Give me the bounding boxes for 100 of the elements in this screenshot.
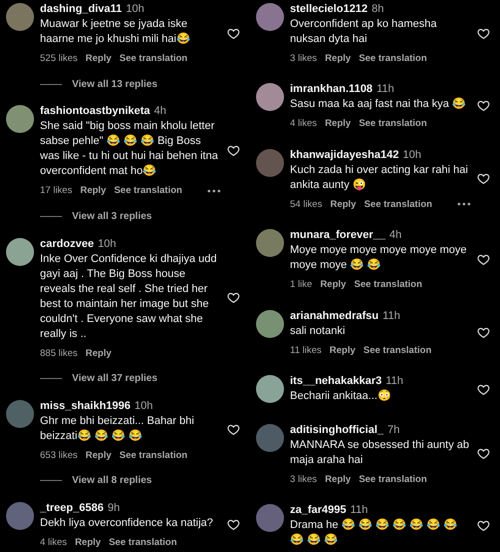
like-count: 525 likes: [40, 53, 78, 64]
reply-link[interactable]: Reply: [330, 344, 356, 356]
like-count: 4 likes: [40, 537, 67, 548]
username[interactable]: arianahmedrafsu: [290, 308, 379, 324]
heart-icon[interactable]: [227, 291, 240, 304]
comment-text: Ghr me bhi beizzati... Bahar bhi beizzati😂 😂 😂 😂: [40, 414, 196, 444]
avatar[interactable]: [6, 238, 34, 266]
username[interactable]: fashiontoastbyniketa: [40, 104, 150, 120]
comment-time: 4h: [389, 228, 402, 244]
like-count: 3 likes: [290, 474, 317, 485]
heart-icon[interactable]: [477, 172, 490, 186]
translation-link[interactable]: See translation: [358, 118, 427, 130]
username[interactable]: miss_shaikh1996: [40, 398, 131, 414]
avatar[interactable]: [6, 502, 34, 530]
avatar[interactable]: [256, 375, 284, 404]
username[interactable]: imrankhan.1108: [290, 82, 373, 98]
comment-text: Becharii ankitaa...😳: [290, 389, 392, 404]
comment-text: Kuch zada hi over acting kar rahi hai ankita aunty 😜: [290, 162, 469, 193]
more-options-icon[interactable]: [207, 188, 221, 193]
heart-icon[interactable]: [477, 382, 490, 396]
comment-text: Muawar k jeetne se jyada iske haarne me jo khushi mili hai😂: [40, 17, 192, 47]
reply-link[interactable]: Reply: [86, 53, 112, 64]
like-count: 3 likes: [290, 53, 317, 64]
username[interactable]: dashing_diva11: [40, 2, 122, 17]
username[interactable]: aditisinghofficial_: [290, 422, 384, 438]
view-replies-link[interactable]: View all 8 replies: [72, 475, 152, 486]
comment-text: MANNARA se obsessed thi aunty ab maja araha hai: [290, 438, 470, 468]
comment-time: 9h: [108, 501, 120, 516]
username[interactable]: stellecielo1212: [290, 2, 368, 17]
reply-link[interactable]: Reply: [86, 348, 112, 358]
translation-link[interactable]: See translation: [364, 198, 432, 210]
username[interactable]: munara_forever__: [290, 228, 386, 244]
comment-time: 11h: [382, 308, 400, 324]
avatar[interactable]: [256, 83, 284, 112]
view-replies-link[interactable]: View all 3 replies: [72, 210, 152, 222]
comment-text: Inke Over Confidence ki dhajiya udd gayi aaj . The Big Boss house reveals the real self . She tried her best to maintain her image but she couldn't . Everyone saw what she really is ..: [40, 252, 218, 342]
comment-time: 11h: [386, 374, 404, 390]
comment-time: 4h: [154, 104, 166, 120]
heart-icon[interactable]: [477, 518, 490, 532]
avatar[interactable]: [256, 310, 284, 338]
translation-link[interactable]: See translation: [358, 53, 427, 64]
reply-link[interactable]: Reply: [324, 118, 351, 130]
more-options-icon[interactable]: [457, 202, 471, 206]
like-count: 11 likes: [290, 344, 322, 356]
comment-time: 10h: [98, 236, 116, 252]
translation-link[interactable]: See translation: [108, 537, 177, 548]
like-count: 17 likes: [40, 185, 72, 196]
like-count: 1 like: [290, 279, 312, 290]
comment-time: 10h: [402, 148, 422, 163]
reply-link[interactable]: Reply: [86, 450, 112, 461]
view-replies-link[interactable]: View all 13 replies: [72, 78, 158, 90]
reply-link[interactable]: Reply: [324, 53, 351, 64]
heart-icon[interactable]: [477, 447, 490, 460]
avatar[interactable]: [256, 504, 284, 532]
avatar[interactable]: [256, 3, 284, 31]
comment-text: sali notanki: [290, 324, 346, 339]
reply-link[interactable]: Reply: [320, 279, 346, 290]
comment-text: Drama he 😂 😂 😂 😂 😂 😂 😂 😂 😂 😂: [290, 518, 459, 548]
username[interactable]: khanwajidayesha142: [290, 148, 399, 163]
heart-icon[interactable]: [227, 26, 240, 40]
avatar[interactable]: [6, 105, 34, 134]
comment-time: 11h: [376, 82, 394, 98]
heart-icon[interactable]: [477, 99, 490, 112]
reply-link[interactable]: Reply: [330, 198, 356, 210]
heart-icon[interactable]: [477, 26, 490, 40]
like-count: 54 likes: [290, 198, 322, 210]
reply-link[interactable]: Reply: [74, 537, 101, 548]
heart-icon[interactable]: [477, 252, 490, 266]
heart-icon[interactable]: [227, 423, 240, 436]
reply-link[interactable]: Reply: [80, 185, 106, 196]
comment-text: She said "big boss main kholu letter sabse pehle" 😂 😂 😂 Big Boss was like - tu hi out hui hai behen itna overconfident mat ho😂: [40, 119, 219, 180]
translation-link[interactable]: See translation: [119, 53, 188, 64]
comment-time: 10h: [126, 2, 144, 17]
comment-text: Sasu maa ka aaj fast nai tha kya 😂: [290, 97, 468, 112]
username[interactable]: its__nehakakkar3: [290, 374, 382, 390]
comment-text: Dekh liya overconfidence ka natija?: [40, 516, 214, 531]
view-replies-link[interactable]: View all 37 replies: [72, 373, 158, 384]
heart-icon[interactable]: [227, 144, 240, 157]
heart-icon[interactable]: [477, 326, 490, 339]
like-count: 4 likes: [290, 118, 317, 130]
like-count: 885 likes: [40, 348, 78, 358]
avatar[interactable]: [6, 3, 34, 31]
translation-link[interactable]: See translation: [354, 279, 422, 290]
reply-link[interactable]: Reply: [324, 474, 351, 485]
comment-time: 11h: [350, 502, 368, 518]
translation-link[interactable]: See translation: [119, 450, 188, 461]
comment-text: Moye moye moye moye moye moye moye moye 😂 😂: [290, 243, 468, 274]
username[interactable]: cardozvee: [40, 236, 94, 252]
comment-time: 8h: [372, 2, 384, 17]
translation-link[interactable]: See translation: [358, 474, 427, 485]
comment-text: Overconfident ap ko hamesha nuksan dyta hai: [290, 17, 438, 47]
username[interactable]: za_far4995: [290, 502, 346, 518]
like-count: 653 likes: [40, 450, 78, 461]
heart-icon[interactable]: [227, 518, 240, 531]
translation-link[interactable]: See translation: [114, 185, 182, 196]
username[interactable]: _treep_6586: [40, 501, 104, 516]
avatar[interactable]: [256, 229, 284, 258]
avatar[interactable]: [6, 400, 34, 428]
comment-time: 7h: [388, 422, 400, 438]
translation-link[interactable]: See translation: [363, 344, 432, 356]
